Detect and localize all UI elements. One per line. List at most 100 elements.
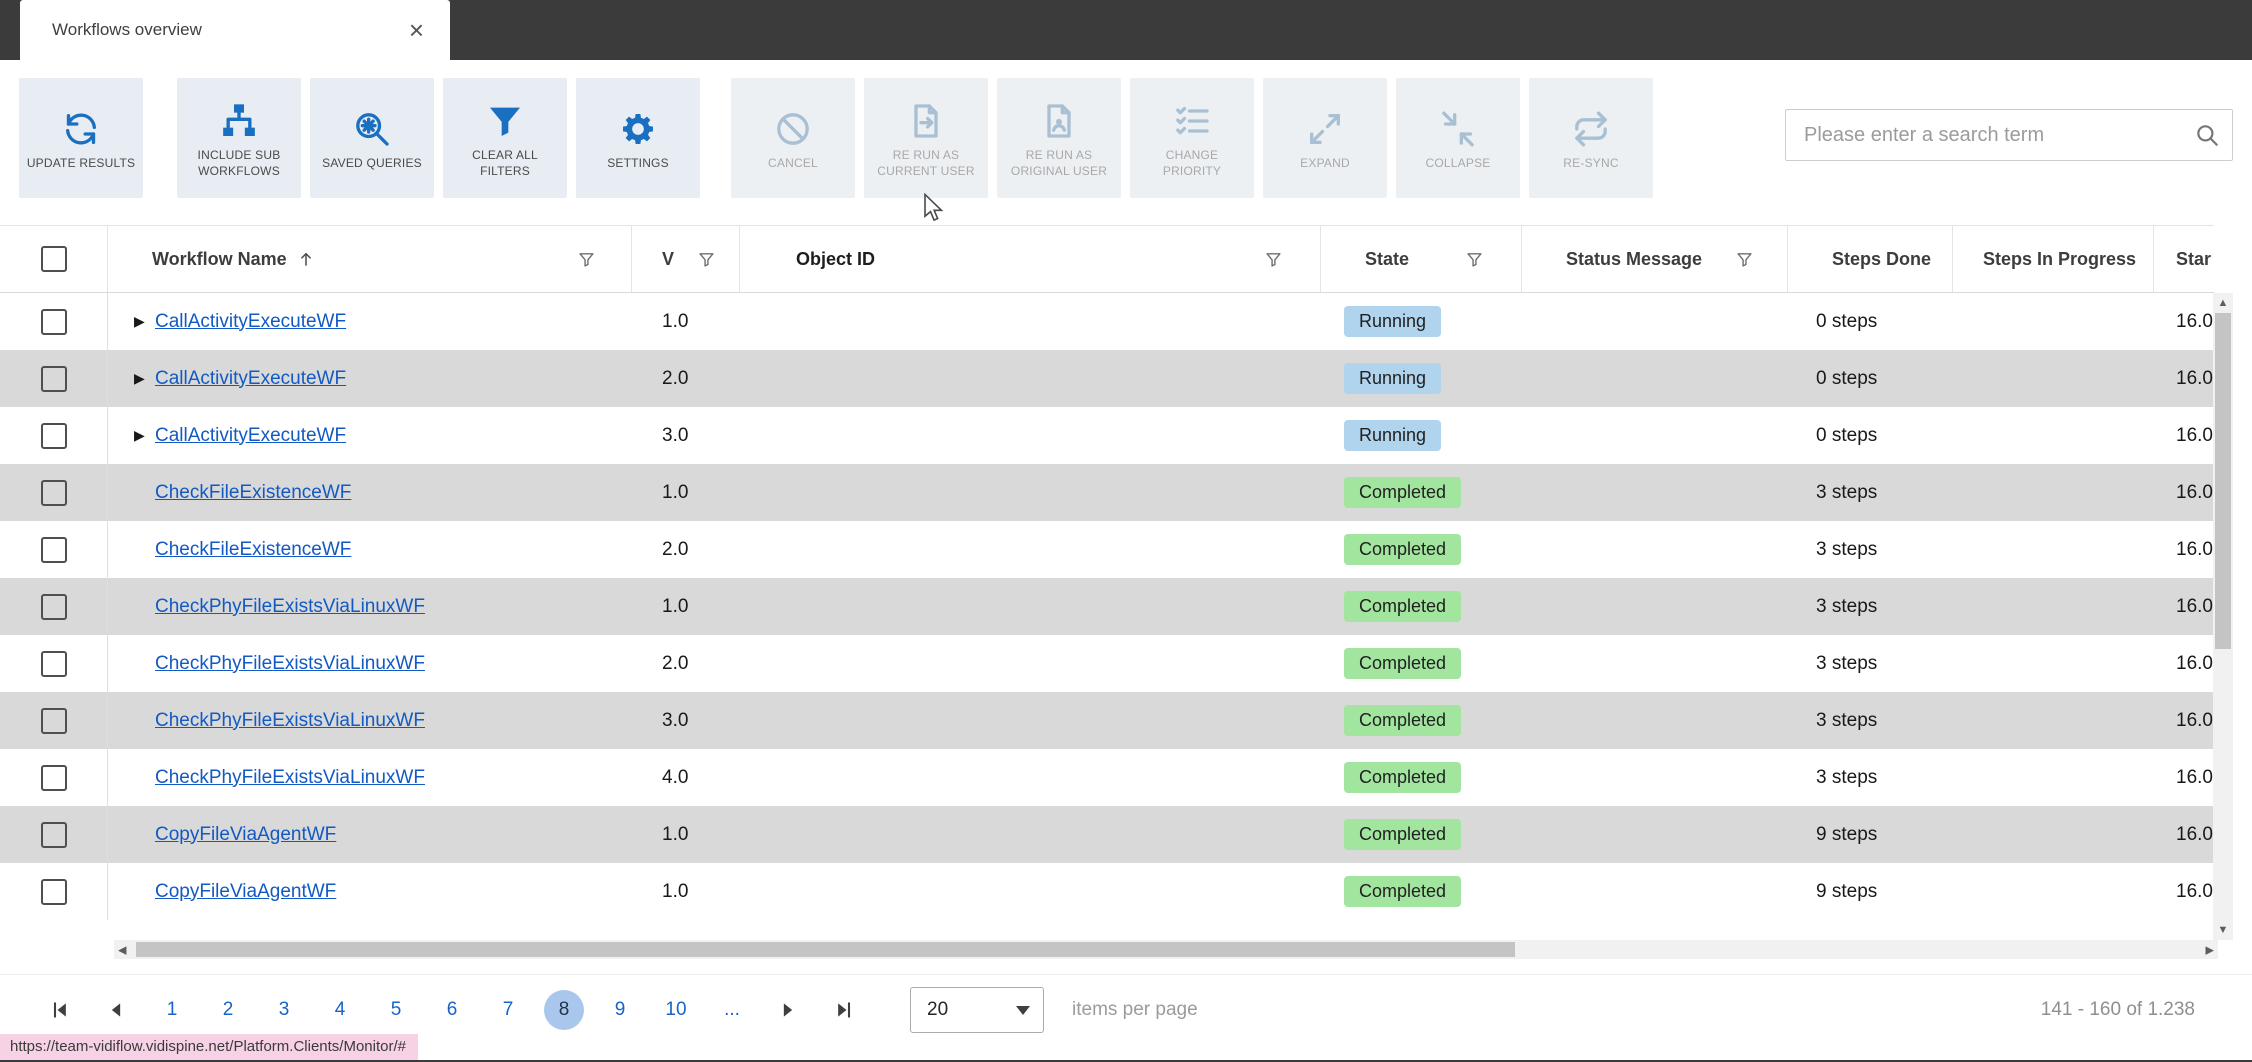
filter-icon[interactable]: [1265, 251, 1282, 268]
saved-queries-button[interactable]: SAVED QUERIES: [310, 78, 434, 198]
started-cell: 16.02: [2176, 595, 2214, 617]
row-checkbox[interactable]: [40, 707, 67, 734]
workflow-name-link[interactable]: CallActivityExecuteWF: [155, 311, 346, 333]
table-row: ▶ CheckPhyFileExistsViaLinuxWF 3.0 Compl…: [0, 692, 2214, 749]
workflow-name-link[interactable]: CheckFileExistenceWF: [155, 482, 351, 504]
workflow-name-link[interactable]: CheckFileExistenceWF: [155, 539, 351, 561]
object-id-cell: [740, 635, 1321, 692]
horizontal-scrollbar-thumb[interactable]: [136, 942, 1515, 957]
button-label: SETTINGS: [607, 155, 669, 170]
header-workflow-name[interactable]: Workflow Name: [108, 226, 632, 292]
rerun-current-user-icon: [906, 97, 946, 145]
steps-done-cell: 3 steps: [1816, 652, 1878, 674]
clear-all-filters-button[interactable]: CLEAR ALL FILTERS: [443, 78, 567, 198]
page-number[interactable]: 2: [208, 990, 248, 1030]
settings-button[interactable]: SETTINGS: [576, 78, 700, 198]
expand-triangle-icon[interactable]: ▶: [134, 370, 155, 387]
steps-done-cell: 3 steps: [1816, 766, 1878, 788]
select-all-checkbox[interactable]: [40, 246, 67, 272]
page-number[interactable]: 6: [432, 990, 472, 1030]
header-object-id[interactable]: Object ID: [740, 226, 1321, 292]
cancel-button: CANCEL: [731, 78, 855, 198]
row-checkbox-cell: [0, 863, 108, 920]
header-label: Object ID: [796, 248, 876, 269]
row-checkbox-cell: [0, 806, 108, 863]
vertical-scrollbar[interactable]: ▲ ▼: [2213, 293, 2233, 940]
row-checkbox[interactable]: [40, 422, 67, 449]
workflow-name-link[interactable]: CopyFileViaAgentWF: [155, 881, 336, 903]
row-checkbox[interactable]: [40, 536, 67, 563]
row-checkbox[interactable]: [40, 821, 67, 848]
workflow-name-link[interactable]: CheckPhyFileExistsViaLinuxWF: [155, 596, 425, 618]
scroll-down-icon[interactable]: ▼: [2213, 922, 2233, 938]
workflow-name-link[interactable]: CopyFileViaAgentWF: [155, 824, 336, 846]
horizontal-scrollbar[interactable]: ◀ ▶: [114, 940, 2218, 959]
row-checkbox[interactable]: [40, 365, 67, 392]
page-number[interactable]: 4: [320, 990, 360, 1030]
page-number[interactable]: 10: [656, 990, 696, 1030]
header-label: Workflow Name: [152, 248, 287, 269]
header-steps-in-progress[interactable]: Steps In Progress: [1953, 226, 2154, 292]
version-cell: 2.0: [662, 538, 689, 560]
workflow-name-cell: ▶ CallActivityExecuteWF: [108, 350, 632, 407]
scroll-up-icon[interactable]: ▲: [2213, 295, 2233, 311]
include-sub-workflows-button[interactable]: INCLUDE SUB WORKFLOWS: [177, 78, 301, 198]
status-message-cell: [1522, 521, 1788, 578]
row-checkbox-cell: [0, 749, 108, 806]
tab-close-icon[interactable]: ×: [409, 17, 424, 43]
filter-icon[interactable]: [578, 251, 595, 268]
header-version[interactable]: V: [632, 226, 740, 292]
page-number[interactable]: 3: [264, 990, 304, 1030]
tab-title: Workflows overview: [52, 20, 202, 39]
page-number[interactable]: ...: [712, 990, 752, 1030]
search-input[interactable]: [1802, 122, 2194, 148]
row-checkbox[interactable]: [40, 593, 67, 620]
filter-icon[interactable]: [1466, 251, 1483, 268]
workflow-name-link[interactable]: CheckPhyFileExistsViaLinuxWF: [155, 653, 425, 675]
steps-done-cell: 0 steps: [1816, 367, 1878, 389]
row-checkbox[interactable]: [40, 764, 67, 791]
button-label: RE-SYNC: [1563, 155, 1619, 170]
scroll-left-icon[interactable]: ◀: [118, 943, 126, 956]
workflow-name-link[interactable]: CallActivityExecuteWF: [155, 368, 346, 390]
row-checkbox[interactable]: [40, 308, 67, 335]
button-label: CANCEL: [768, 155, 818, 170]
filter-icon[interactable]: [698, 251, 715, 268]
header-status-message[interactable]: Status Message: [1522, 226, 1788, 292]
vertical-scrollbar-thumb[interactable]: [2215, 313, 2231, 649]
scroll-right-icon[interactable]: ▶: [2206, 943, 2214, 956]
filter-icon[interactable]: [1736, 251, 1753, 268]
page-size-select[interactable]: 20: [910, 986, 1044, 1033]
page-number[interactable]: 1: [152, 990, 192, 1030]
steps-in-progress-cell: [1953, 293, 2154, 350]
update-results-button[interactable]: UPDATE RESULTS: [19, 78, 143, 198]
row-checkbox[interactable]: [40, 650, 67, 677]
workflow-name-link[interactable]: CheckPhyFileExistsViaLinuxWF: [155, 767, 425, 789]
search-icon[interactable]: [2194, 122, 2220, 148]
state-badge: Completed: [1344, 533, 1462, 566]
header-label: Steps In Progress: [1983, 248, 2137, 269]
page-number[interactable]: 7: [488, 990, 528, 1030]
first-page-button[interactable]: [40, 990, 80, 1030]
steps-in-progress-cell: [1953, 407, 2154, 464]
header-steps-done[interactable]: Steps Done: [1788, 226, 1953, 292]
sort-ascending-icon[interactable]: [297, 250, 315, 268]
page-number[interactable]: 8: [544, 989, 584, 1030]
last-page-button[interactable]: [824, 990, 864, 1030]
header-started[interactable]: Star: [2154, 226, 2214, 292]
page-number[interactable]: 9: [600, 990, 640, 1030]
version-cell: 1.0: [662, 823, 689, 845]
expand-triangle-icon[interactable]: ▶: [134, 427, 155, 444]
workflow-name-link[interactable]: CheckPhyFileExistsViaLinuxWF: [155, 710, 425, 732]
collapse-button: COLLAPSE: [1396, 78, 1520, 198]
workflow-name-link[interactable]: CallActivityExecuteWF: [155, 425, 346, 447]
header-state[interactable]: State: [1321, 226, 1522, 292]
row-checkbox[interactable]: [40, 878, 67, 905]
next-page-button[interactable]: [768, 990, 808, 1030]
expand-triangle-icon[interactable]: ▶: [134, 313, 155, 330]
tab-workflows-overview[interactable]: Workflows overview ×: [20, 0, 450, 60]
row-checkbox[interactable]: [40, 479, 67, 506]
page-number[interactable]: 5: [376, 990, 416, 1030]
previous-page-button[interactable]: [96, 990, 136, 1030]
resync-icon: [1571, 105, 1611, 153]
